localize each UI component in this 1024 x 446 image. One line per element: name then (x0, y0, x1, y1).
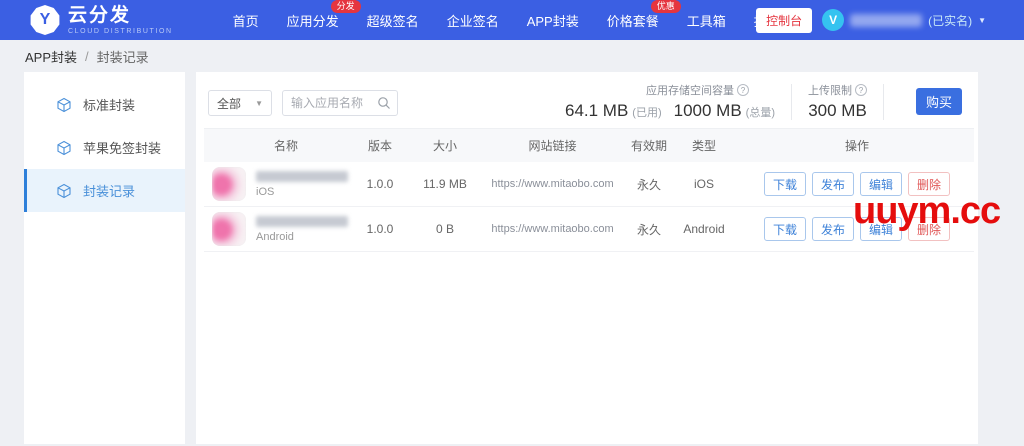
page: Y 云分发 CLOUD DISTRIBUTION 首页 应用分发 分发 超级签名… (0, 0, 1024, 446)
user-menu[interactable]: V (已实名) ▼ (822, 9, 986, 31)
brand-logo[interactable]: Y 云分发 CLOUD DISTRIBUTION (30, 5, 173, 35)
storage-used-value: 64.1 MB (565, 101, 628, 121)
storage-summary: 应用存储空间容量 ? 64.1 MB (已用) 1000 MB (总量) 上传限… (565, 82, 962, 121)
upload-limit-group: 上传限制 ? 300 MB (808, 82, 867, 121)
edit-button[interactable]: 编辑 (860, 217, 902, 241)
buy-button[interactable]: 购买 (916, 88, 962, 115)
sidebar-item-apple-signfree-packaging[interactable]: 苹果免签封装 (24, 126, 185, 169)
chevron-down-icon: ▼ (978, 16, 986, 25)
header-name: 名称 (204, 137, 345, 154)
storage-used-note: (已用) (632, 104, 661, 120)
nav-item-toolbox[interactable]: 工具箱 (687, 11, 726, 30)
help-icon[interactable]: ? (855, 84, 867, 96)
app-name-redacted (256, 216, 348, 227)
brand-name: 云分发 (68, 6, 173, 25)
header-size: 大小 (415, 137, 475, 154)
nav-item-super-sign[interactable]: 超级签名 (367, 11, 419, 30)
upload-limit-label: 上传限制 (808, 82, 852, 98)
package-icon (56, 183, 72, 199)
package-icon (56, 97, 72, 113)
header-link: 网站链接 (475, 137, 630, 154)
cell-validity: 永久 (630, 221, 668, 238)
header-type: 类型 (668, 137, 740, 154)
verified-status: (已实名) (928, 12, 972, 29)
publish-button[interactable]: 发布 (812, 172, 854, 196)
nav-item-app-packaging[interactable]: APP封装 (527, 11, 579, 30)
nav-item-pricing[interactable]: 价格套餐 优惠 (607, 11, 659, 30)
header-version: 版本 (345, 137, 415, 154)
main-nav: 首页 应用分发 分发 超级签名 企业签名 APP封装 价格套餐 优惠 工具箱 推… (233, 11, 806, 30)
sidebar-item-label: 苹果免签封装 (83, 138, 161, 157)
breadcrumb-separator: / (85, 49, 89, 64)
sidebar: 标准封装 苹果免签封装 封装记录 (24, 72, 185, 444)
filter-row: 全部 ▼ (208, 90, 398, 116)
cell-link: https://www.mitaobo.com (475, 178, 630, 190)
cell-type: iOS (668, 177, 740, 191)
sidebar-item-label: 封装记录 (83, 181, 135, 200)
cell-size: 11.9 MB (415, 177, 475, 191)
sidebar-item-label: 标准封装 (83, 95, 135, 114)
cell-version: 1.0.0 (345, 177, 415, 191)
type-filter-select[interactable]: 全部 ▼ (208, 90, 272, 116)
divider (883, 84, 884, 120)
upload-limit-value: 300 MB (808, 101, 867, 121)
table-row: iOS 1.0.0 11.9 MB https://www.mitaobo.co… (204, 162, 974, 207)
main-panel: 全部 ▼ 应用存储空间容量 ? 64.1 MB (196, 72, 978, 444)
package-icon (56, 140, 72, 156)
nav-item-enterprise-sign[interactable]: 企业签名 (447, 11, 499, 30)
discount-badge: 优惠 (651, 0, 681, 13)
nav-item-app-distribution[interactable]: 应用分发 分发 (287, 11, 339, 30)
download-button[interactable]: 下载 (764, 217, 806, 241)
cell-size: 0 B (415, 222, 475, 236)
sidebar-item-packaging-records[interactable]: 封装记录 (24, 169, 185, 212)
search-box (282, 90, 398, 116)
cell-version: 1.0.0 (345, 222, 415, 236)
records-table: 名称 版本 大小 网站链接 有效期 类型 操作 iOS 1.0.0 11.9 M… (204, 128, 974, 252)
cell-link: https://www.mitaobo.com (475, 223, 630, 235)
storage-total-note: (总量) (746, 104, 775, 120)
avatar: V (822, 9, 844, 31)
console-button[interactable]: 控制台 (756, 8, 812, 33)
sidebar-item-standard-packaging[interactable]: 标准封装 (24, 83, 185, 126)
type-filter-value: 全部 (217, 95, 241, 112)
cell-type: Android (668, 222, 740, 236)
breadcrumb-section[interactable]: APP封装 (25, 47, 77, 66)
nav-item-home[interactable]: 首页 (233, 11, 259, 30)
table-header-row: 名称 版本 大小 网站链接 有效期 类型 操作 (204, 128, 974, 162)
top-nav: Y 云分发 CLOUD DISTRIBUTION 首页 应用分发 分发 超级签名… (0, 0, 1024, 40)
publish-button[interactable]: 发布 (812, 217, 854, 241)
app-name-redacted (256, 171, 348, 182)
search-icon[interactable] (377, 96, 391, 110)
brand-subtitle: CLOUD DISTRIBUTION (68, 28, 173, 35)
divider (791, 84, 792, 120)
nav-right: 控制台 V (已实名) ▼ (756, 0, 986, 40)
app-platform: Android (256, 231, 348, 243)
breadcrumb-current: 封装记录 (97, 47, 149, 66)
chevron-down-icon: ▼ (255, 99, 263, 108)
header-operations: 操作 (740, 137, 974, 154)
download-button[interactable]: 下载 (764, 172, 806, 196)
app-platform: iOS (256, 186, 348, 198)
username-redacted (850, 14, 922, 27)
search-input[interactable] (291, 96, 377, 110)
table-row: Android 1.0.0 0 B https://www.mitaobo.co… (204, 207, 974, 252)
storage-capacity-group: 应用存储空间容量 ? 64.1 MB (已用) 1000 MB (总量) (565, 82, 775, 121)
header-validity: 有效期 (630, 137, 668, 154)
brand-mark-icon: Y (30, 5, 60, 35)
delete-button[interactable]: 删除 (908, 172, 950, 196)
distribution-badge: 分发 (331, 0, 361, 13)
app-icon (212, 212, 246, 246)
cell-validity: 永久 (630, 176, 668, 193)
storage-capacity-label: 应用存储空间容量 (646, 82, 734, 98)
breadcrumb: APP封装 / 封装记录 (0, 40, 1024, 72)
app-icon (212, 167, 246, 201)
delete-button[interactable]: 删除 (908, 217, 950, 241)
edit-button[interactable]: 编辑 (860, 172, 902, 196)
storage-total-value: 1000 MB (674, 101, 742, 121)
help-icon[interactable]: ? (737, 84, 749, 96)
